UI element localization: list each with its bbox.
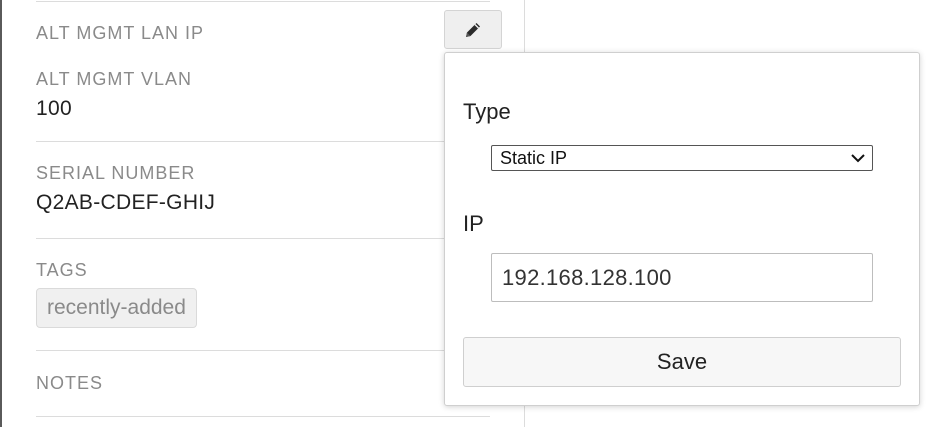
edit-ip-popover: Type Static IP IP Save bbox=[444, 52, 920, 406]
ip-label: IP bbox=[463, 211, 484, 236]
ip-input[interactable] bbox=[491, 253, 873, 302]
edit-alt-mgmt-lan-ip-button[interactable] bbox=[444, 10, 502, 49]
divider bbox=[36, 1, 490, 2]
serial-number-value: Q2AB-CDEF-GHIJ bbox=[36, 191, 216, 214]
type-select-value: Static IP bbox=[500, 147, 568, 168]
tags-label: TAGS bbox=[36, 260, 88, 280]
type-label: Type bbox=[463, 99, 511, 124]
alt-mgmt-vlan-value: 100 bbox=[36, 97, 72, 120]
chevron-down-icon bbox=[851, 154, 865, 163]
alt-mgmt-lan-ip-label: ALT MGMT LAN IP bbox=[36, 23, 205, 43]
divider bbox=[36, 350, 490, 351]
serial-number-label: SERIAL NUMBER bbox=[36, 163, 196, 183]
notes-label: NOTES bbox=[36, 373, 104, 393]
divider bbox=[36, 238, 490, 239]
page-left-border bbox=[0, 0, 2, 427]
divider bbox=[36, 416, 490, 417]
pencil-icon bbox=[466, 22, 480, 37]
divider bbox=[36, 141, 490, 142]
save-button[interactable]: Save bbox=[463, 337, 901, 387]
type-select[interactable]: Static IP bbox=[491, 145, 873, 171]
tag-chip[interactable]: recently-added bbox=[36, 288, 197, 328]
alt-mgmt-vlan-label: ALT MGMT VLAN bbox=[36, 69, 193, 89]
